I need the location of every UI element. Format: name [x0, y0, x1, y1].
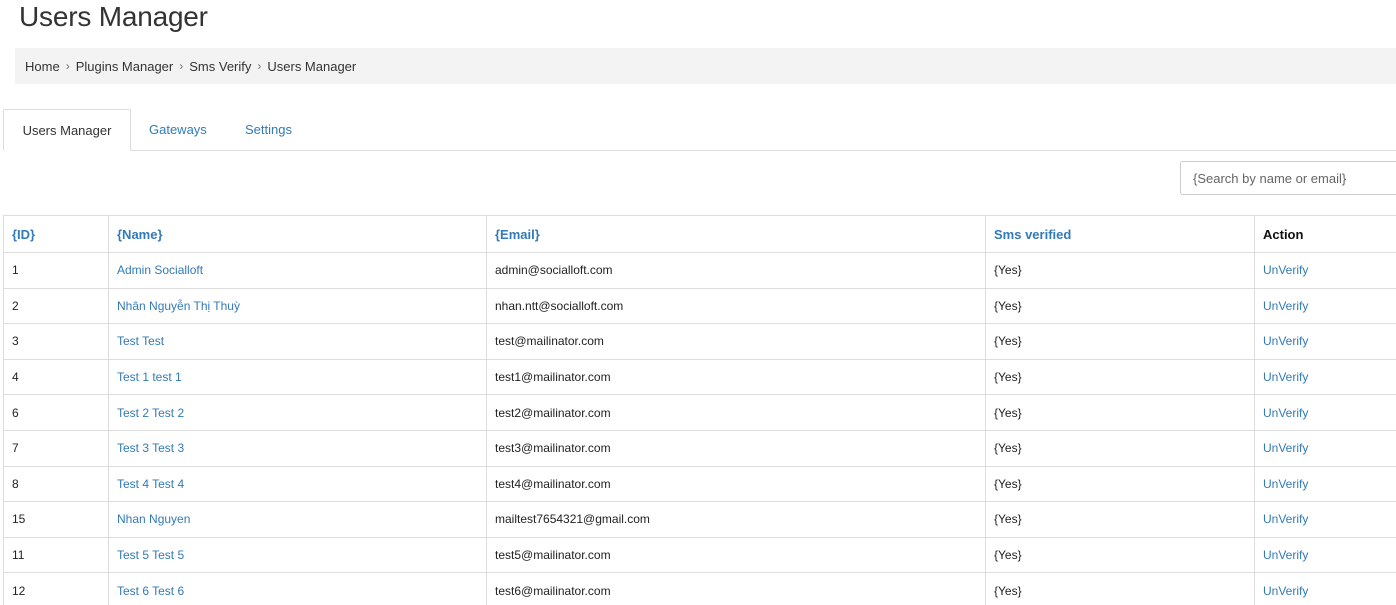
cell-id: 7: [3, 429, 109, 467]
cell-id: 1: [3, 252, 109, 289]
unverify-link[interactable]: UnVerify: [1263, 512, 1308, 526]
cell-email: test5@mailinator.com: [486, 536, 986, 574]
cell-id: 11: [3, 536, 109, 574]
tab-gateways[interactable]: Gateways: [149, 109, 207, 151]
breadcrumb-item-home[interactable]: Home: [25, 59, 60, 74]
sort-email-link[interactable]: {Email}: [495, 227, 540, 242]
search-input[interactable]: [1180, 161, 1396, 195]
breadcrumb-item-plugins-manager[interactable]: Plugins Manager: [76, 59, 174, 74]
sort-id-link[interactable]: {ID}: [12, 227, 35, 242]
sort-name-link[interactable]: {Name}: [117, 227, 163, 242]
cell-sms-verified: {Yes}: [985, 358, 1255, 396]
unverify-link[interactable]: UnVerify: [1263, 548, 1308, 562]
unverify-link[interactable]: UnVerify: [1263, 441, 1308, 455]
user-name-link[interactable]: Admin Socialloft: [117, 263, 203, 277]
table-row: 1 Admin Socialloft admin@socialloft.com …: [3, 252, 1396, 289]
unverify-link[interactable]: UnVerify: [1263, 477, 1308, 491]
cell-sms-verified: {Yes}: [985, 323, 1255, 360]
unverify-link[interactable]: UnVerify: [1263, 370, 1308, 384]
user-name-link[interactable]: Test Test: [117, 334, 164, 348]
cell-email: test2@mailinator.com: [486, 394, 986, 431]
unverify-link[interactable]: UnVerify: [1263, 584, 1308, 598]
page-title: Users Manager: [19, 1, 208, 32]
cell-email: admin@socialloft.com: [486, 252, 986, 289]
cell-id: 4: [3, 358, 109, 396]
table-row: 2 Nhân Nguyễn Thị Thuỳ nhan.ntt@sociallo…: [3, 287, 1396, 325]
user-name-link[interactable]: Test 6 Test 6: [117, 584, 184, 598]
unverify-link[interactable]: UnVerify: [1263, 263, 1308, 277]
table-row: 12 Test 6 Test 6 test6@mailinator.com {Y…: [3, 572, 1396, 605]
cell-sms-verified: {Yes}: [985, 501, 1255, 538]
tab-bar: Users Manager Gateways Settings: [3, 109, 1396, 151]
column-header-email[interactable]: {Email}: [486, 215, 986, 253]
cell-email: test4@mailinator.com: [486, 465, 986, 503]
user-name-link[interactable]: Test 3 Test 3: [117, 441, 184, 455]
cell-email: test1@mailinator.com: [486, 358, 986, 396]
column-header-name[interactable]: {Name}: [108, 215, 487, 253]
table-row: 7 Test 3 Test 3 test3@mailinator.com {Ye…: [3, 429, 1396, 467]
table-row: 6 Test 2 Test 2 test2@mailinator.com {Ye…: [3, 394, 1396, 431]
cell-sms-verified: {Yes}: [985, 572, 1255, 605]
table-header-row: {ID} {Name} {Email} Sms verified Action: [3, 215, 1396, 253]
cell-id: 3: [3, 323, 109, 360]
chevron-right-icon: ›: [65, 59, 70, 73]
cell-sms-verified: {Yes}: [985, 429, 1255, 467]
cell-email: mailtest7654321@gmail.com: [486, 501, 986, 538]
cell-id: 2: [3, 287, 109, 325]
page: Users Manager Home › Plugins Manager › S…: [0, 0, 1396, 605]
column-header-id[interactable]: {ID}: [3, 215, 109, 253]
cell-email: test3@mailinator.com: [486, 429, 986, 467]
cell-email: test@mailinator.com: [486, 323, 986, 360]
sort-sms-verified-link[interactable]: Sms verified: [994, 227, 1071, 242]
column-header-sms-verified[interactable]: Sms verified: [985, 215, 1255, 253]
chevron-right-icon: ›: [179, 59, 184, 73]
breadcrumb-item-users-manager: Users Manager: [267, 58, 357, 74]
breadcrumb: Home › Plugins Manager › Sms Verify › Us…: [15, 48, 1396, 84]
user-name-link[interactable]: Test 4 Test 4: [117, 477, 184, 491]
action-header-label: Action: [1263, 226, 1304, 242]
cell-id: 12: [3, 572, 109, 605]
table-row: 4 Test 1 test 1 test1@mailinator.com {Ye…: [3, 358, 1396, 396]
cell-email: nhan.ntt@socialloft.com: [486, 287, 986, 325]
cell-sms-verified: {Yes}: [985, 394, 1255, 431]
cell-sms-verified: {Yes}: [985, 252, 1255, 289]
user-name-link[interactable]: Test 1 test 1: [117, 370, 182, 384]
cell-sms-verified: {Yes}: [985, 536, 1255, 574]
table-row: 8 Test 4 Test 4 test4@mailinator.com {Ye…: [3, 465, 1396, 503]
cell-id: 6: [3, 394, 109, 431]
table-row: 3 Test Test test@mailinator.com {Yes} Un…: [3, 323, 1396, 360]
chevron-right-icon: ›: [257, 59, 262, 73]
unverify-link[interactable]: UnVerify: [1263, 299, 1308, 313]
unverify-link[interactable]: UnVerify: [1263, 406, 1308, 420]
user-name-link[interactable]: Test 2 Test 2: [117, 406, 184, 420]
cell-id: 8: [3, 465, 109, 503]
table-row: 11 Test 5 Test 5 test5@mailinator.com {Y…: [3, 536, 1396, 574]
user-name-link[interactable]: Test 5 Test 5: [117, 548, 184, 562]
table-row: 15 Nhan Nguyen mailtest7654321@gmail.com…: [3, 501, 1396, 538]
user-name-link[interactable]: Nhan Nguyen: [117, 512, 190, 526]
cell-id: 15: [3, 501, 109, 538]
cell-sms-verified: {Yes}: [985, 287, 1255, 325]
breadcrumb-item-sms-verify[interactable]: Sms Verify: [189, 59, 251, 74]
cell-email: test6@mailinator.com: [486, 572, 986, 605]
unverify-link[interactable]: UnVerify: [1263, 334, 1308, 348]
users-table: {ID} {Name} {Email} Sms verified Action …: [3, 215, 1396, 605]
cell-sms-verified: {Yes}: [985, 465, 1255, 503]
tab-settings[interactable]: Settings: [245, 109, 292, 151]
user-name-link[interactable]: Nhân Nguyễn Thị Thuỳ: [117, 299, 240, 313]
column-header-action: Action: [1254, 215, 1396, 253]
tab-users-manager[interactable]: Users Manager: [3, 109, 131, 151]
